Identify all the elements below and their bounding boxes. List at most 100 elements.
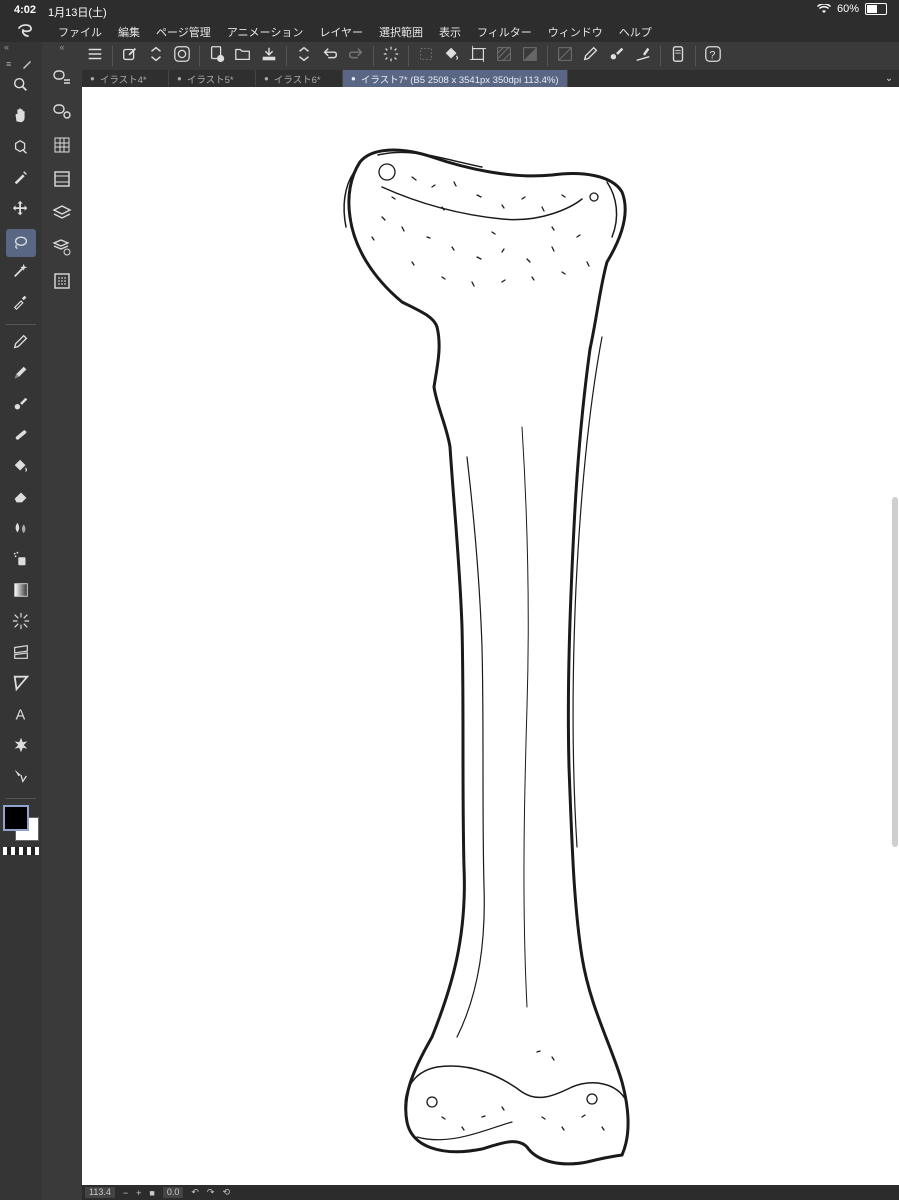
layer-property-icon[interactable] [42, 230, 82, 264]
tool-text[interactable]: A [0, 701, 42, 732]
tool-effect-line[interactable] [0, 608, 42, 639]
vertical-scrollbar[interactable] [892, 497, 898, 847]
line-edit-icon [12, 767, 30, 790]
add-page-button[interactable] [204, 43, 230, 69]
pen-tab-icon[interactable] [21, 58, 33, 70]
menu-item[interactable]: ウィンドウ [540, 24, 611, 40]
zoom-out-button[interactable]: − [123, 1188, 128, 1198]
ruler-button[interactable] [552, 43, 578, 69]
balloon-icon [12, 736, 30, 759]
save-button[interactable] [256, 43, 282, 69]
tool-pen[interactable] [0, 329, 42, 360]
brush-button[interactable] [604, 43, 630, 69]
menu-item[interactable]: 編集 [110, 24, 148, 40]
tab-close-icon[interactable]: ● [177, 74, 182, 83]
brush-icon [12, 395, 30, 418]
tool-operation[interactable] [0, 165, 42, 196]
tool-airbrush[interactable] [0, 422, 42, 453]
tool-eraser[interactable] [0, 484, 42, 515]
crop-button[interactable] [413, 43, 439, 69]
chevron-down-icon[interactable]: ⌄ [879, 70, 899, 87]
tool-gradient[interactable] [0, 577, 42, 608]
menu-item[interactable]: アニメーション [219, 24, 312, 40]
rotate-left-icon[interactable]: ↶ [191, 1187, 199, 1198]
square-icon[interactable]: ■ [149, 1188, 154, 1198]
updown-icon [295, 45, 313, 68]
divider [660, 46, 661, 66]
effect-line-icon [12, 612, 30, 635]
color-set-icon[interactable] [42, 128, 82, 162]
transparent-color-swatch[interactable] [3, 847, 39, 855]
fill-button[interactable] [439, 43, 465, 69]
menu-button[interactable] [82, 43, 108, 69]
crop-icon [417, 45, 435, 68]
tool-eyedropper[interactable] [0, 289, 42, 320]
app-logo-icon[interactable] [0, 23, 50, 41]
tool-figure[interactable] [0, 670, 42, 701]
tool-line-edit[interactable] [0, 763, 42, 794]
save-icon [260, 45, 278, 68]
reset-rotation-icon[interactable]: ⟲ [222, 1187, 230, 1198]
tool-spray[interactable] [0, 546, 42, 577]
menu-item[interactable]: ページ管理 [148, 24, 219, 40]
canvas-tab[interactable]: ● イラスト5* [169, 70, 256, 87]
new-canvas-button[interactable] [117, 43, 143, 69]
redo-button[interactable] [343, 43, 369, 69]
zoom-value[interactable]: 113.4 [85, 1187, 115, 1198]
collapse-palette-button[interactable]: « [42, 42, 82, 60]
canvas-tab[interactable]: ● イラスト4* [82, 70, 169, 87]
zoom-in-button[interactable]: + [136, 1188, 141, 1198]
tool-move[interactable] [0, 196, 42, 227]
divider [199, 46, 200, 66]
tab-close-icon[interactable]: ● [351, 74, 356, 83]
open-icon [234, 45, 252, 68]
tool-magic-wand[interactable] [0, 258, 42, 289]
rotate-right-icon[interactable]: ↷ [207, 1187, 215, 1198]
canvas-tab[interactable]: ● イラスト7* (B5 2508 x 3541px 350dpi 113.4%) [343, 70, 568, 87]
menu-item[interactable]: 選択範囲 [371, 24, 431, 40]
tool-rotate[interactable] [0, 134, 42, 165]
sub-tool-icon[interactable] [42, 60, 82, 94]
transform-button[interactable] [465, 43, 491, 69]
tool-frame[interactable] [0, 639, 42, 670]
hatching-button[interactable] [491, 43, 517, 69]
tool-fill[interactable] [0, 453, 42, 484]
device-button[interactable] [665, 43, 691, 69]
updown-button[interactable] [291, 43, 317, 69]
canvas[interactable] [82, 87, 899, 1185]
tab-close-icon[interactable]: ● [90, 74, 95, 83]
tool-pencil[interactable] [0, 360, 42, 391]
menu-item[interactable]: ファイル [50, 24, 110, 40]
angle-value[interactable]: 0.0 [162, 1187, 184, 1198]
collapse-tools-button[interactable]: « [0, 42, 42, 56]
tool-hand[interactable] [0, 103, 42, 134]
tool-lasso[interactable] [0, 227, 42, 258]
menu-item[interactable]: フィルター [469, 24, 540, 40]
device-icon [669, 45, 687, 68]
timeline-icon[interactable] [42, 264, 82, 298]
main-color-swatch[interactable] [3, 805, 29, 831]
loading-button[interactable] [378, 43, 404, 69]
straight-button[interactable] [630, 43, 656, 69]
updown-button[interactable] [143, 43, 169, 69]
menu-item[interactable]: 表示 [431, 24, 469, 40]
tool-zoom[interactable] [0, 72, 42, 103]
tool-blend[interactable] [0, 515, 42, 546]
canvas-tab[interactable]: ● イラスト6* [256, 70, 343, 87]
tool-property-icon[interactable] [42, 94, 82, 128]
tool-balloon[interactable] [0, 732, 42, 763]
menu-item[interactable]: ヘルプ [611, 24, 660, 40]
undo-button[interactable] [317, 43, 343, 69]
ring-button[interactable] [169, 43, 195, 69]
tone-button[interactable] [517, 43, 543, 69]
tab-close-icon[interactable]: ● [264, 74, 269, 83]
animation-icon[interactable] [42, 162, 82, 196]
layer-icon[interactable] [42, 196, 82, 230]
menu-item[interactable]: レイヤー [311, 24, 371, 40]
help-button[interactable]: ? [700, 43, 726, 69]
palette-menu-icon[interactable]: ≡ [6, 59, 11, 69]
tool-brush[interactable] [0, 391, 42, 422]
pen-button[interactable] [578, 43, 604, 69]
undo-icon [321, 45, 339, 68]
open-button[interactable] [230, 43, 256, 69]
